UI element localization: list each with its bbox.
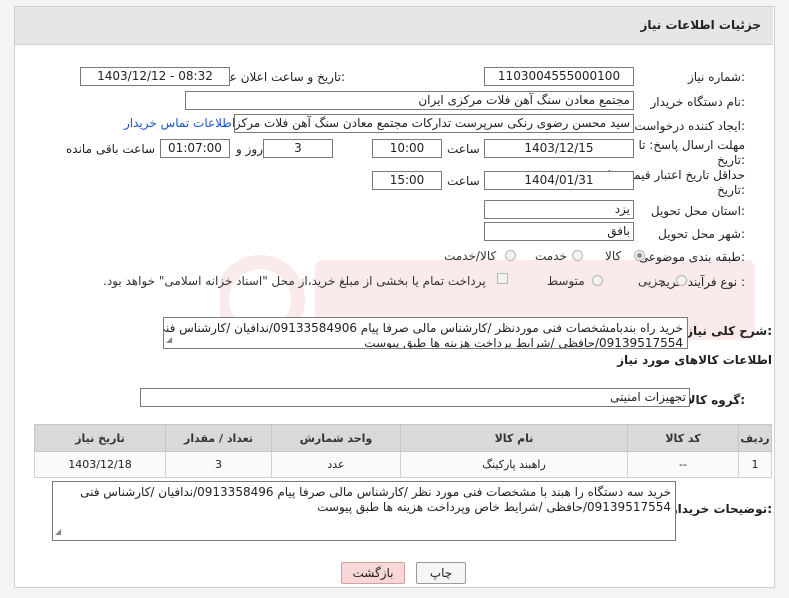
goods-group-field[interactable]: تجهیزات امنیتی bbox=[140, 388, 690, 407]
deadline-date-field[interactable]: 1403/12/15 bbox=[484, 139, 634, 158]
process-option-medium: متوسط bbox=[547, 274, 585, 288]
print-button[interactable]: چاپ bbox=[416, 562, 466, 584]
announce-field[interactable]: 1403/12/12 - 08:32 bbox=[80, 67, 230, 86]
col-unit: واحد شمارش bbox=[271, 424, 401, 452]
category-option-both: کالا/خدمت bbox=[444, 249, 497, 263]
goods-group-label: گروه کالا: bbox=[686, 393, 745, 407]
deadline-time-field[interactable]: 10:00 bbox=[372, 139, 442, 158]
need-number-label: شماره نیاز: bbox=[687, 70, 745, 84]
buyer-org-field[interactable]: مجتمع معادن سنگ آهن فلات مرکزی ایران bbox=[185, 91, 634, 110]
col-row-index: ردیف bbox=[738, 424, 772, 452]
category-radio-both[interactable] bbox=[505, 250, 516, 261]
back-button[interactable]: بازگشت bbox=[341, 562, 405, 584]
table-row[interactable]: 1 -- راهبند پارکینگ عدد 3 1403/12/18 bbox=[34, 451, 772, 478]
requester-field[interactable]: سید محسن رضوی رنکی سرپرست تدارکات مجتمع … bbox=[234, 114, 634, 133]
col-item-name: نام کالا bbox=[400, 424, 628, 452]
process-option-minor: جزیی bbox=[638, 274, 666, 288]
process-radio-minor[interactable] bbox=[676, 275, 687, 286]
cell-item-code: -- bbox=[627, 451, 739, 478]
validity-time-label: ساعت bbox=[447, 174, 480, 188]
deadline-time-label: ساعت bbox=[447, 142, 480, 156]
deadline-remaining-label: ساعت باقی مانده bbox=[66, 142, 156, 156]
category-radio-goods[interactable] bbox=[634, 250, 645, 261]
col-item-code: کد کالا bbox=[627, 424, 739, 452]
resize-grip-icon[interactable]: ◢ bbox=[166, 332, 172, 347]
col-need-date: تاریخ نیاز bbox=[34, 424, 166, 452]
deadline-remaining-field[interactable]: 01:07:00 bbox=[160, 139, 230, 158]
cell-need-date: 1403/12/18 bbox=[34, 451, 166, 478]
deadline-days-label: روز و bbox=[236, 142, 263, 156]
buyer-org-label: نام دستگاه خریدار: bbox=[650, 95, 746, 109]
city-label: شهر محل تحویل: bbox=[658, 227, 745, 241]
payment-note: پرداخت تمام یا بخشی از مبلغ خرید،از محل … bbox=[103, 274, 486, 288]
process-radio-medium[interactable] bbox=[592, 275, 603, 286]
need-number-field[interactable]: 1103004555000100 bbox=[484, 67, 634, 86]
validity-time-field[interactable]: 15:00 bbox=[372, 171, 442, 190]
city-field[interactable]: بافق bbox=[484, 222, 634, 241]
category-label: طبقه بندی موضوعی: bbox=[638, 250, 745, 264]
deadline-label-1: مهلت ارسال پاسخ: تا bbox=[638, 138, 745, 152]
goods-section-title: اطلاعات کالاهای مورد نیاز bbox=[617, 353, 772, 367]
validity-label-2: تاریخ: bbox=[717, 183, 745, 197]
resize-grip-icon[interactable]: ◢ bbox=[55, 524, 61, 539]
table-header-row: ردیف کد کالا نام کالا واحد شمارش تعداد /… bbox=[34, 424, 772, 452]
summary-label: شرح کلی نیاز: bbox=[686, 324, 772, 338]
category-radio-service[interactable] bbox=[572, 250, 583, 261]
page-title: جزئیات اطلاعات نیاز bbox=[640, 18, 761, 32]
items-table: ردیف کد کالا نام کالا واحد شمارش تعداد /… bbox=[34, 424, 772, 478]
buyer-contact-link[interactable]: اطلاعات تماس خریدار bbox=[124, 116, 235, 130]
summary-textarea[interactable]: خرید راه بندبامشخصات فنی موردنظر /کارشنا… bbox=[163, 317, 688, 349]
deadline-days-field[interactable]: 3 bbox=[263, 139, 333, 158]
buyer-notes-textarea[interactable]: خرید سه دستگاه را هبند با مشخصات فنی مور… bbox=[52, 481, 676, 541]
panel-header: جزئیات اطلاعات نیاز bbox=[15, 7, 773, 45]
province-field[interactable]: یزد bbox=[484, 200, 634, 219]
col-quantity: تعداد / مقدار bbox=[165, 424, 272, 452]
category-option-service: خدمت bbox=[535, 249, 567, 263]
summary-line-1: خرید راه بندبامشخصات فنی موردنظر /کارشنا… bbox=[163, 321, 683, 335]
buyer-notes-line-2: 09139517554/حافظی /شرایط خاص وپرداخت هزی… bbox=[317, 500, 671, 514]
deadline-label-2: تاریخ: bbox=[717, 153, 745, 167]
validity-date-field[interactable]: 1404/01/31 bbox=[484, 171, 634, 190]
requester-label: ایجاد کننده درخواست: bbox=[634, 119, 745, 133]
buyer-notes-line-1: خرید سه دستگاه را هبند با مشخصات فنی مور… bbox=[80, 485, 671, 499]
payment-checkbox[interactable] bbox=[497, 273, 508, 284]
cell-item-name: راهبند پارکینگ bbox=[400, 451, 628, 478]
category-option-goods: کالا bbox=[605, 249, 622, 263]
summary-line-2: 09139517554/حافظی /شرایط پرداخت هزینه ها… bbox=[364, 336, 683, 349]
cell-row-index: 1 bbox=[738, 451, 772, 478]
cell-quantity: 3 bbox=[165, 451, 272, 478]
province-label: استان محل تحویل: bbox=[650, 204, 745, 218]
buyer-notes-label: توضیحات خریدار: bbox=[670, 502, 772, 516]
process-label: نوع فرآیند خرید : bbox=[660, 275, 745, 289]
cell-unit: عدد bbox=[271, 451, 401, 478]
